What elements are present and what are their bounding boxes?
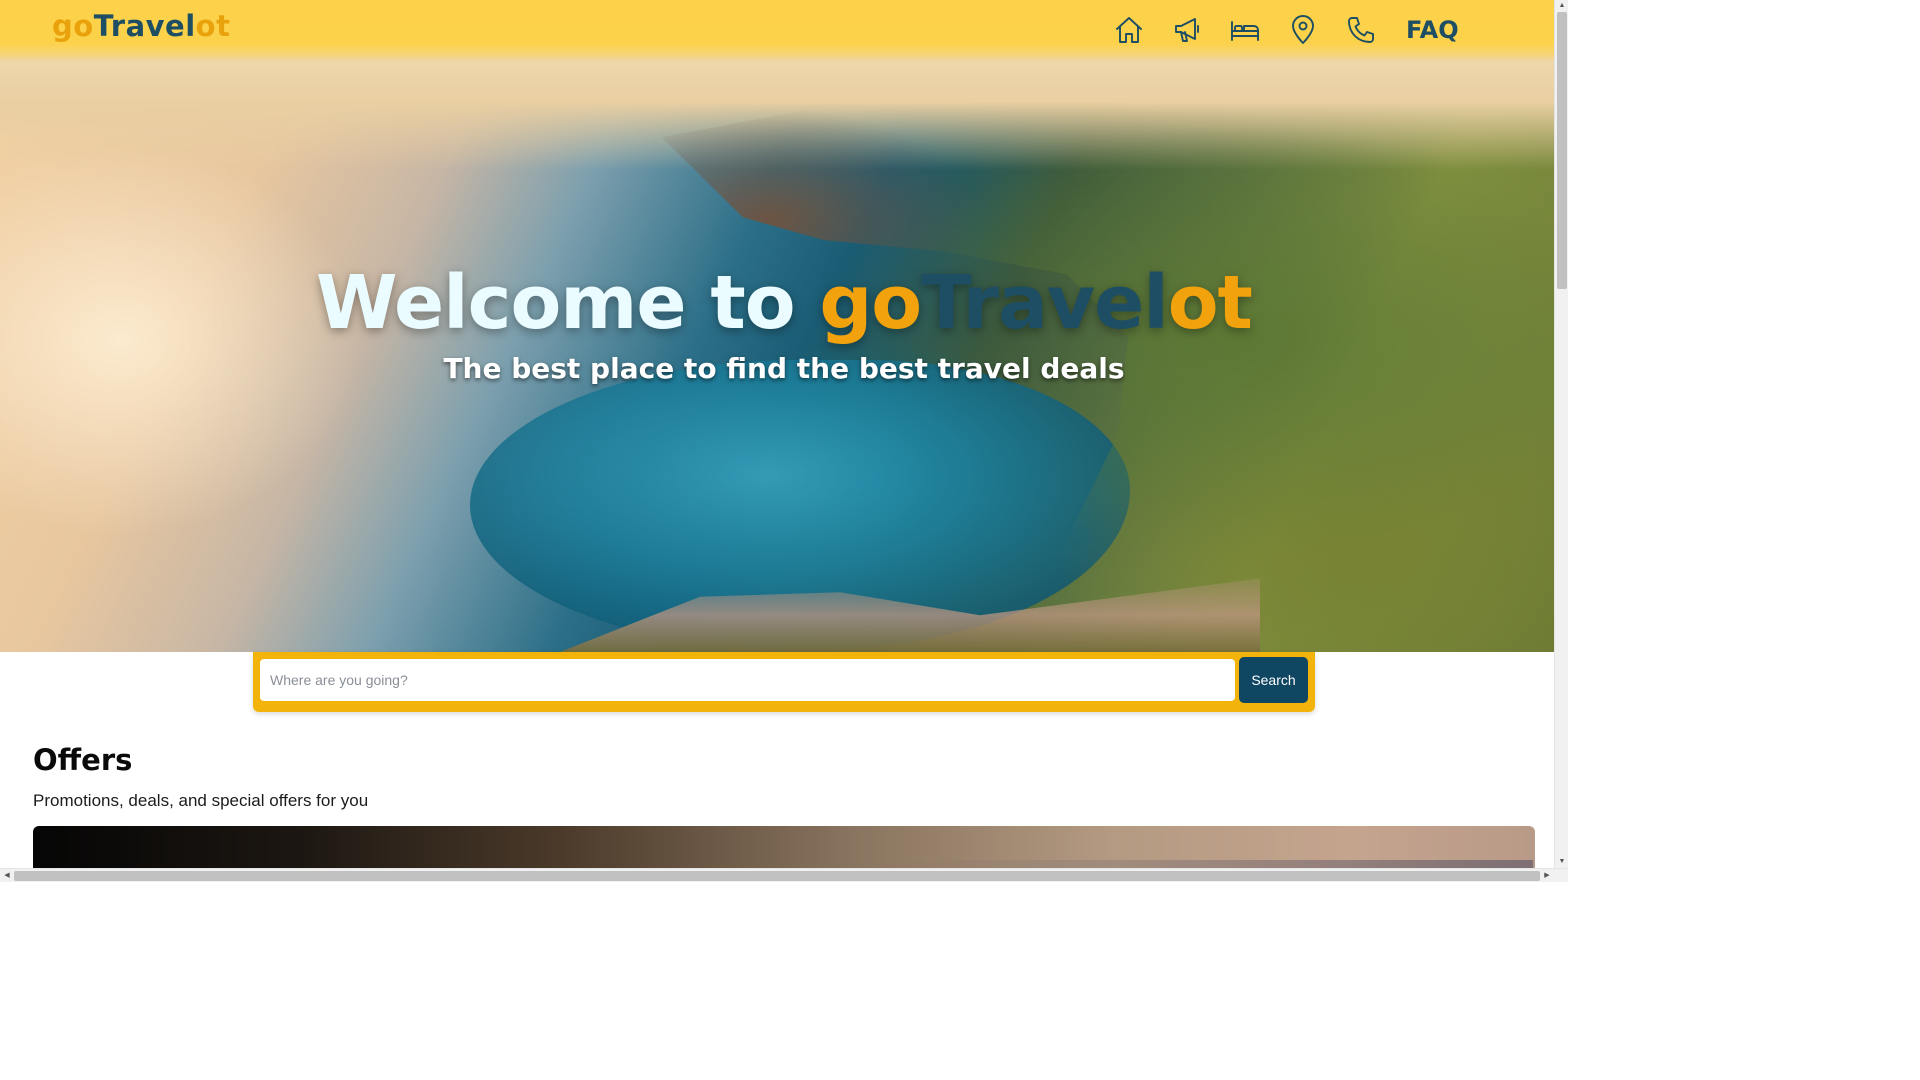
nav-faq-link[interactable]: FAQ	[1406, 16, 1459, 44]
offers-title: Offers	[33, 743, 133, 777]
nav-menu: FAQ	[1112, 10, 1459, 50]
hero-sun-glare	[0, 140, 520, 652]
logo-go: go	[52, 9, 94, 43]
vertical-scrollbar-thumb[interactable]	[1557, 12, 1567, 289]
search-input[interactable]	[260, 659, 1235, 701]
hero-title-welcome: Welcome to	[316, 260, 820, 346]
map-pin-icon[interactable]	[1286, 13, 1320, 47]
horizontal-scrollbar-thumb[interactable]	[14, 871, 1540, 881]
hero-banner: Welcome to goTravelot The best place to …	[0, 0, 1554, 652]
hero-title-go: go	[819, 260, 922, 346]
hero-title-ot: ot	[1167, 260, 1253, 346]
search-button[interactable]: Search	[1239, 657, 1308, 703]
vertical-scrollbar[interactable]: ▲ ▼	[1554, 0, 1568, 868]
hero-subtitle: The best place to find the best travel d…	[443, 352, 1125, 385]
scroll-down-arrow-icon[interactable]: ▼	[1555, 856, 1568, 868]
scroll-left-arrow-icon[interactable]: ◀	[1, 869, 13, 882]
offer-card-banner[interactable]	[33, 826, 1535, 870]
logo[interactable]: goTravelot	[52, 9, 230, 43]
home-icon[interactable]	[1112, 13, 1146, 47]
top-navbar: goTravelot FAQ	[0, 0, 1554, 62]
logo-ot: ot	[195, 9, 231, 43]
scroll-up-arrow-icon[interactable]: ▲	[1555, 0, 1568, 12]
offers-subtitle: Promotions, deals, and special offers fo…	[33, 791, 369, 810]
page: Welcome to goTravelot The best place to …	[0, 0, 1568, 882]
hero-title: Welcome to goTravelot	[0, 260, 1554, 346]
horizontal-scrollbar[interactable]: ◀ ▶	[0, 868, 1568, 882]
scroll-right-arrow-icon[interactable]: ▶	[1541, 869, 1553, 882]
hero-title-travel: Travel	[921, 260, 1169, 346]
logo-travel: Travel	[93, 9, 196, 43]
search-bar: Search	[253, 652, 1315, 712]
phone-icon[interactable]	[1344, 13, 1378, 47]
bed-icon[interactable]	[1228, 13, 1262, 47]
megaphone-icon[interactable]	[1170, 13, 1204, 47]
